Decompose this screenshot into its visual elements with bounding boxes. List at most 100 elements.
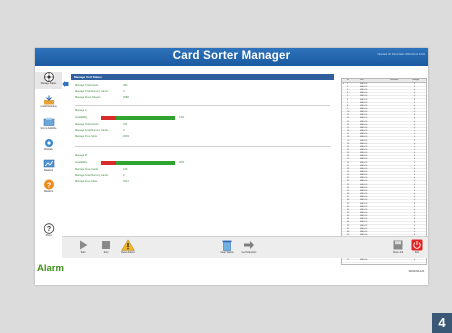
- sidebar-item-sort[interactable]: Sort to Add/Alte: [35, 117, 62, 134]
- table-cell: 0: [414, 259, 416, 262]
- start-label: Start: [80, 252, 86, 254]
- sidebar-item-label: About: [45, 235, 52, 237]
- group-b-row-label: Manage Free Slots:: [75, 180, 98, 183]
- summary-label: Manage Done Sheets:: [75, 96, 101, 99]
- table-cell: MAG-01: [360, 259, 368, 262]
- column-header-slot[interactable]: Slot: [360, 79, 363, 82]
- sidebar-item-label: Maintain: [44, 149, 53, 151]
- svg-text:?: ?: [46, 180, 51, 189]
- sort-icon: [43, 117, 54, 126]
- group-a-row-label: Manage Total Cards:: [75, 123, 99, 126]
- sidebar-item-statistics-alert[interactable]: ? Statistics: [35, 179, 62, 197]
- statistics-alert-icon: ?: [43, 179, 54, 190]
- summary-value: 2058: [123, 96, 129, 99]
- sidebar-item-manage-status[interactable]: Manage Status: [35, 72, 62, 89]
- clear-station-button[interactable]: Clear Station: [218, 239, 236, 254]
- table-row[interactable]: 57 MAG-01 0: [342, 259, 426, 264]
- play-icon: [80, 240, 88, 250]
- summary-row: Manage Total Dummy Cards: 0: [75, 89, 195, 94]
- start-button[interactable]: Start: [74, 239, 92, 254]
- alarm-code: 20100414-123: [408, 270, 424, 273]
- close-job-label: Close Job: [392, 252, 404, 254]
- summary-label: Manage Total Cards:: [75, 84, 99, 87]
- group-a-title: Manage A: [75, 109, 87, 112]
- group-b-row-value: 419: [123, 168, 128, 171]
- sidebar-item-label: Manage Status: [40, 83, 57, 85]
- divider: [75, 105, 330, 106]
- sidebar-item-about[interactable]: ? About: [35, 223, 62, 241]
- sidebar-item-label: Load/Unloading: [40, 106, 57, 108]
- group-b-row: Manage Free Cards: 419: [75, 167, 195, 172]
- group-b-availability-fill: [101, 160, 116, 165]
- sidebar-item-load-unload[interactable]: Load/Unloading: [35, 95, 62, 112]
- go-production-button[interactable]: Go Production: [240, 239, 258, 254]
- sidebar-item-statistics[interactable]: Statistics: [35, 159, 62, 176]
- statistics-icon: [43, 159, 54, 168]
- summary-label: Manage Total Dummy Cards:: [75, 90, 109, 93]
- column-header-id[interactable]: ID: [347, 79, 349, 82]
- alarm-status: Alarm: [37, 263, 64, 274]
- group-a-availability-pct: 41%: [179, 116, 185, 119]
- group-a-row: Manage Total Cards: 431: [75, 122, 195, 127]
- group-b-row: Manage Total Dummy Cards: 0: [75, 173, 195, 178]
- stop-label: Stop: [103, 252, 109, 254]
- reset-alarms-button[interactable]: Reset Alarms: [119, 239, 137, 254]
- warning-icon: [121, 239, 135, 251]
- group-a-row-label: Manage Total Dummy Cards:: [75, 129, 109, 132]
- stop-icon: [102, 241, 110, 249]
- about-icon: ?: [43, 223, 54, 234]
- app-window: Card Sorter Manager Operator ID: Remi Da…: [35, 48, 428, 285]
- page-number: 4: [432, 313, 452, 333]
- app-title: Card Sorter Manager: [172, 50, 291, 62]
- group-a-row: Manage Free Slots: 2003: [75, 134, 195, 139]
- close-job-button[interactable]: Close Job: [389, 239, 407, 254]
- sidebar-item-label: Statistics: [43, 191, 54, 193]
- sidebar: Manage Status Load/Unloading Sort to Add…: [35, 66, 62, 280]
- trash-icon: [222, 240, 232, 251]
- group-b-availability-label: Availability:: [75, 161, 88, 164]
- reset-alarms-label: Reset Alarms: [121, 252, 135, 254]
- clear-station-label: Clear Station: [220, 252, 234, 254]
- back-arrow-icon[interactable]: [62, 81, 69, 87]
- table-cell: 57: [347, 259, 350, 262]
- group-b-availability-pct: 40%: [179, 161, 185, 164]
- column-header-selection[interactable]: Selection: [390, 79, 398, 82]
- manage-status-icon: [43, 72, 54, 82]
- title-bar: Card Sorter Manager Operator ID: Remi Da…: [35, 48, 428, 66]
- sidebar-item-label: Statistics: [43, 170, 54, 172]
- sidebar-item-label: Sort to Add/Alte: [40, 128, 57, 130]
- group-a-row-value: 2003: [123, 135, 129, 138]
- stop-button[interactable]: Stop: [97, 239, 115, 254]
- operator-info: Operator ID: Remi Date: 2010-04-14 14:22: [377, 53, 425, 56]
- group-a-availability-label: Availability:: [75, 116, 88, 119]
- divider: [75, 146, 330, 147]
- group-a-availability-bar: [101, 115, 175, 120]
- svg-text:?: ?: [46, 226, 50, 233]
- power-icon: [411, 239, 423, 251]
- group-b-title: Manage B: [75, 154, 87, 157]
- maintain-icon: [44, 139, 53, 147]
- arrow-right-icon: [244, 241, 254, 249]
- group-b-availability-bar: [101, 160, 175, 165]
- group-a-row-value: 431: [123, 123, 128, 126]
- group-a-availability-fill: [101, 115, 116, 120]
- group-b-row: Manage Free Slots: 2014: [75, 179, 195, 184]
- go-production-label: Go Production: [241, 252, 257, 254]
- column-header-storage[interactable]: Storage: [412, 79, 419, 82]
- group-a-row-label: Manage Free Slots:: [75, 135, 98, 138]
- exit-label: Exit: [415, 252, 419, 254]
- save-icon: [393, 240, 403, 250]
- summary-row: Manage Total Cards: 450: [75, 83, 195, 88]
- group-b-row-value: 2014: [123, 180, 129, 183]
- summary-value: 0: [123, 90, 125, 93]
- exit-button[interactable]: Exit: [408, 239, 426, 254]
- load-unload-icon: [43, 95, 54, 105]
- group-a-row: Manage Total Dummy Cards: 0: [75, 128, 195, 133]
- summary-row: Manage Done Sheets: 2058: [75, 95, 195, 100]
- toolbar-strip: Start Stop Reset Alarms Clear Station Go…: [62, 236, 428, 258]
- group-b-row-value: 0: [123, 174, 125, 177]
- group-b-row-label: Manage Free Cards:: [75, 168, 99, 171]
- summary-value: 450: [123, 84, 128, 87]
- panel-header: Manage Unit Status: [71, 74, 334, 80]
- sidebar-item-maintain[interactable]: Maintain: [35, 138, 62, 155]
